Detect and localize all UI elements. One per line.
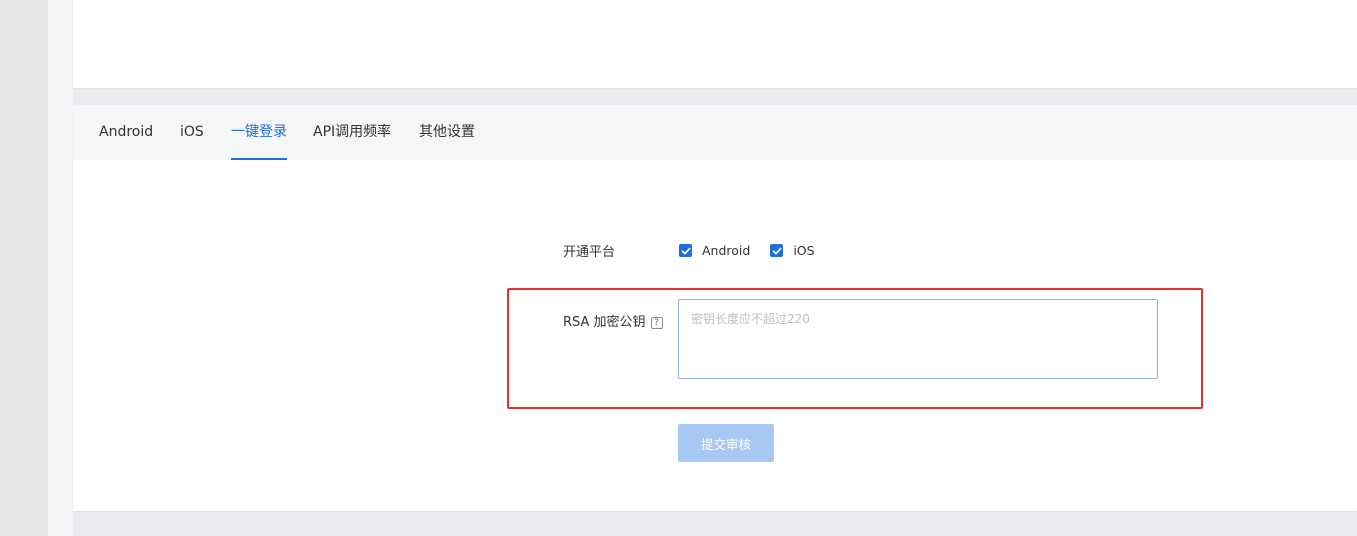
ios-checkbox-label[interactable]: iOS bbox=[793, 243, 814, 258]
platform-checkboxes: Android iOS bbox=[679, 243, 835, 258]
tab-ios[interactable]: iOS bbox=[180, 105, 204, 160]
rsa-key-label: RSA 加密公钥 bbox=[563, 315, 646, 330]
tab-other-settings[interactable]: 其他设置 bbox=[419, 105, 475, 160]
tab-one-click-login[interactable]: 一键登录 bbox=[231, 105, 287, 160]
check-icon bbox=[772, 247, 782, 254]
android-checkbox-label[interactable]: Android bbox=[702, 243, 750, 258]
tab-android[interactable]: Android bbox=[99, 105, 153, 160]
left-rail bbox=[0, 0, 48, 536]
rsa-key-input[interactable] bbox=[678, 299, 1158, 379]
top-card bbox=[73, 0, 1357, 88]
help-icon[interactable]: ? bbox=[650, 317, 663, 329]
rsa-key-label-wrap: RSA 加密公钥? bbox=[563, 311, 663, 330]
submit-review-button[interactable]: 提交审核 bbox=[678, 424, 774, 462]
ios-checkbox[interactable] bbox=[770, 244, 784, 257]
tab-bar: Android iOS 一键登录 API调用频率 其他设置 bbox=[73, 105, 1357, 160]
tab-api-rate[interactable]: API调用频率 bbox=[313, 105, 391, 160]
android-checkbox[interactable] bbox=[679, 244, 692, 257]
check-icon bbox=[681, 247, 690, 254]
platform-label: 开通平台 bbox=[563, 245, 616, 260]
page-gutter bbox=[48, 0, 73, 536]
